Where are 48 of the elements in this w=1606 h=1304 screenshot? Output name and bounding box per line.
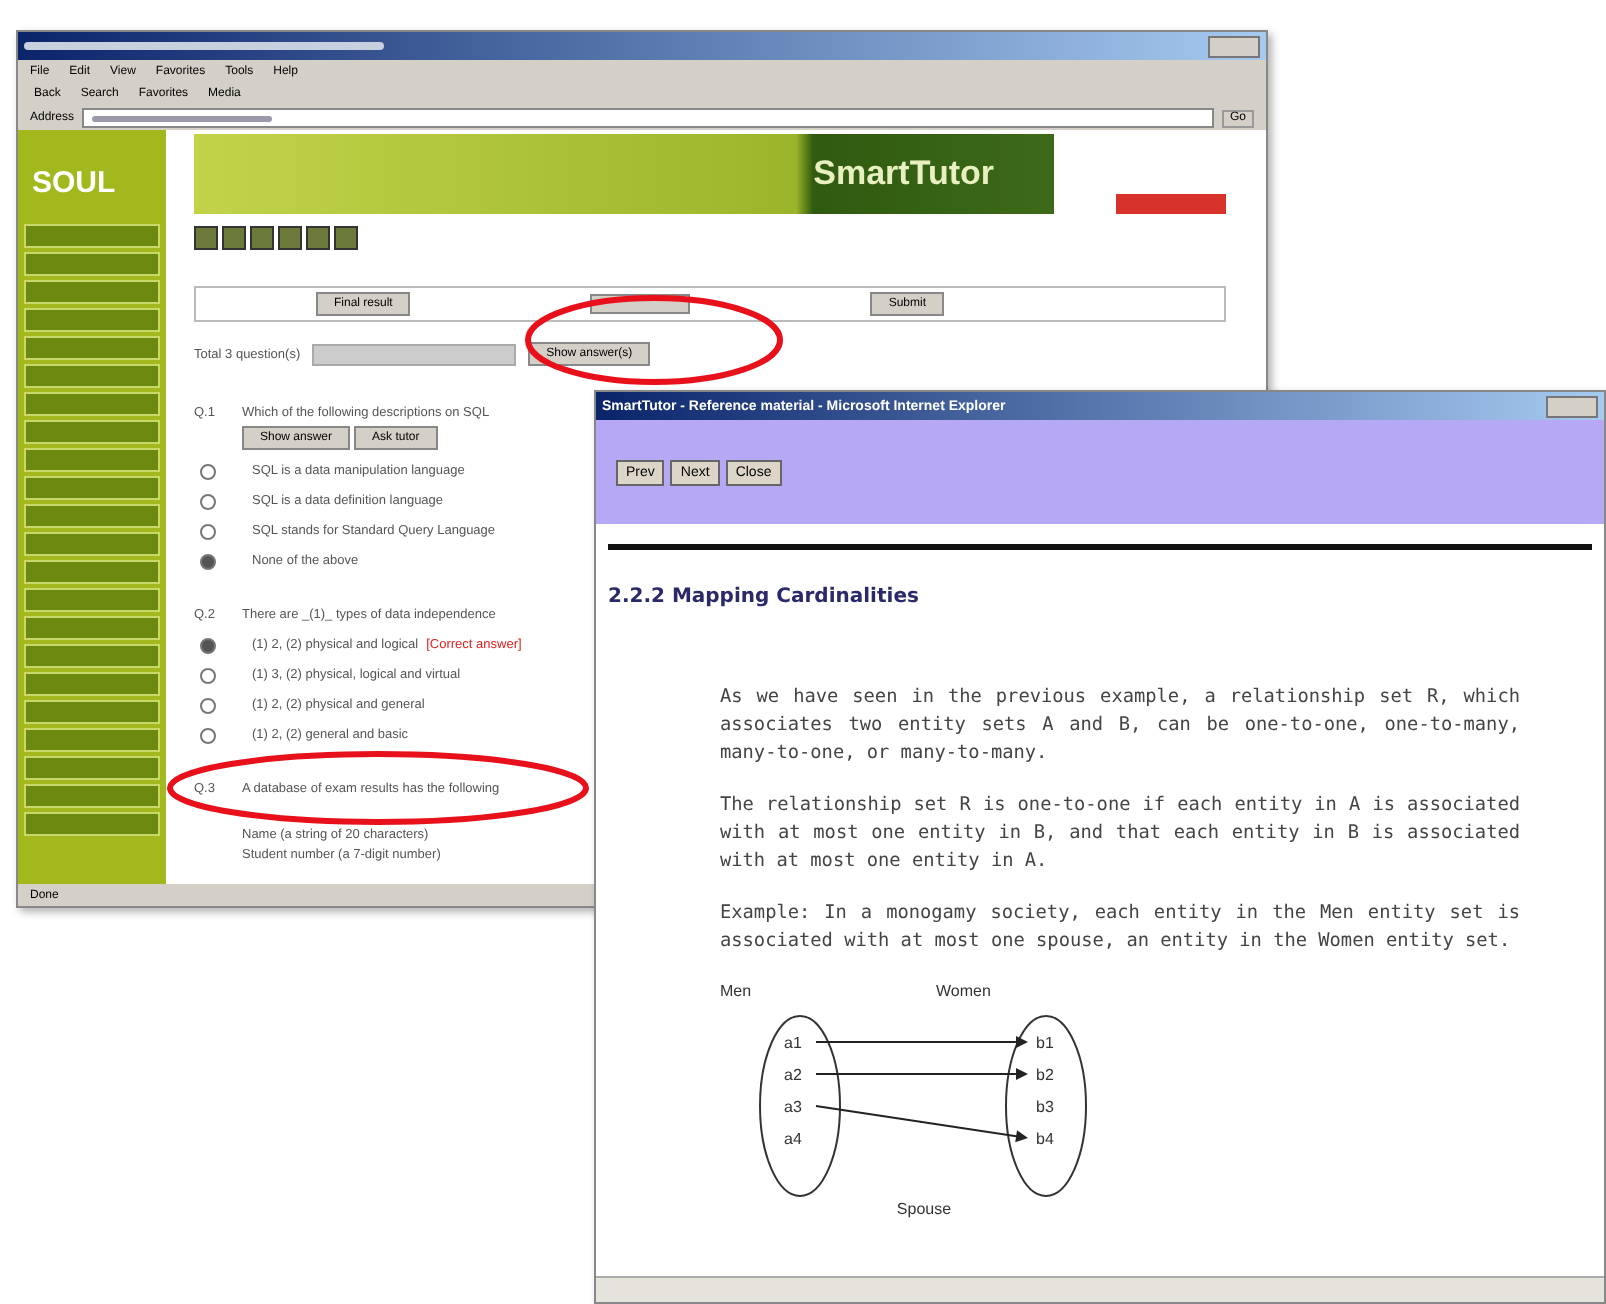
select-field[interactable] [312,343,517,365]
sidebar-link[interactable] [24,224,160,248]
radio-button[interactable] [200,697,216,713]
paragraph: The relationship set R is one-to-one if each entity in A is associated with at most one entity in B, and that each entity in B is associated with at most one entity in A. [720,792,1520,876]
sidebar-link[interactable] [24,532,160,556]
radio-button[interactable] [200,493,216,509]
sidebar-link[interactable] [24,476,160,500]
sidebar-link[interactable] [24,308,160,332]
sidebar-link[interactable] [24,644,160,668]
sidebar-link[interactable] [24,756,160,780]
sidebar-link[interactable] [24,728,160,752]
sidebar-link[interactable] [24,336,160,360]
paragraph: Example: In a monogamy society, each entity in the Men entity set is associated with at most one spouse, an entity in the Women entity set. [720,900,1520,956]
sidebar-link[interactable] [24,448,160,472]
sidebar-link[interactable] [24,420,160,444]
nav-icon[interactable] [194,226,218,250]
radio-button[interactable] [200,463,216,479]
window-controls-icon[interactable] [1208,35,1260,57]
radio-button[interactable] [200,727,216,743]
sidebar-link[interactable] [24,252,160,276]
nav-icon[interactable] [306,226,330,250]
address-field[interactable] [82,108,1214,128]
logo-text: SOUL [32,166,118,200]
sidebar-link[interactable] [24,392,160,416]
sidebar-link[interactable] [24,672,160,696]
sidebar-link[interactable] [24,616,160,640]
banner-text: SmartTutor [813,154,994,194]
sidebar-link[interactable] [24,280,160,304]
sidebar-link[interactable] [24,364,160,388]
nav-icon[interactable] [278,226,302,250]
horizontal-scrollbar[interactable] [596,1276,1604,1302]
radio-button[interactable] [200,553,216,569]
sidebar-link[interactable] [24,700,160,724]
sidebar-link[interactable] [24,812,160,836]
nav-icon[interactable] [222,226,246,250]
sidebar-link[interactable] [24,784,160,808]
sidebar-link[interactable] [24,504,160,528]
paragraph: As we have seen in the previous example, a relationship set R, which associates two entity sets A and B, can be one-to-one, one-to-many, many-to-one, or many-to-many. [720,684,1520,768]
nav-icon[interactable] [250,226,274,250]
nav-icon[interactable] [334,226,358,250]
sidebar-link[interactable] [24,560,160,584]
radio-button[interactable] [200,637,216,653]
sidebar-link[interactable] [24,588,160,612]
window-controls-icon[interactable] [1546,395,1598,417]
radio-button[interactable] [200,523,216,539]
radio-button[interactable] [200,667,216,683]
mapping-diagram-drawing: Men Women a1 a2 a3 a4 b1 b2 b3 b4 Spouse [720,982,1087,1218]
section-heading: 2.2.2 Mapping Cardinalities [608,586,921,608]
